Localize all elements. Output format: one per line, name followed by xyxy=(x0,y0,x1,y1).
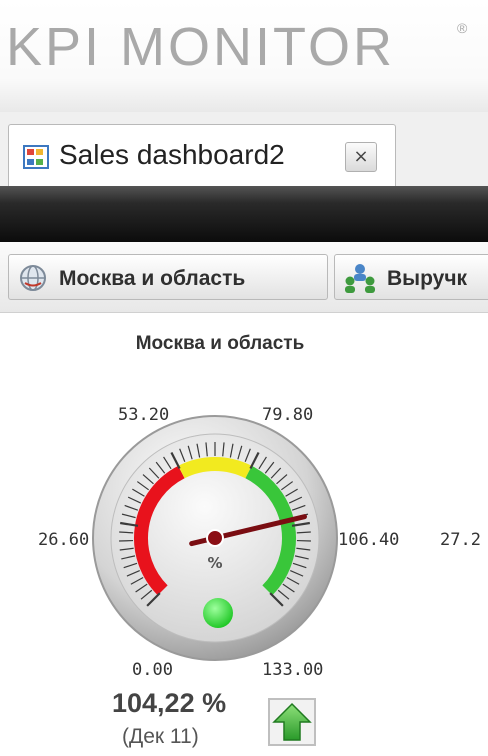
tick-label-0-00: 0.00 xyxy=(132,660,173,680)
arrow-up-icon xyxy=(272,702,312,741)
tick-label-133-00: 133.00 xyxy=(262,660,324,680)
gauge-zone-2 xyxy=(178,457,252,479)
kpi-gauge: % xyxy=(92,415,338,661)
status-indicator xyxy=(203,598,233,628)
tick-label-106-40: 106.40 xyxy=(338,530,400,550)
kpi-value: 104,22 % xyxy=(112,688,227,718)
gauge-unit: % xyxy=(207,554,222,572)
needle-hub xyxy=(206,529,224,547)
trend-indicator xyxy=(268,698,316,746)
tick-label-79-80: 79.80 xyxy=(262,405,314,425)
tick-label-53-20: 53.20 xyxy=(118,405,170,425)
next-gauge-partial-label: 27.2 xyxy=(440,530,481,550)
tick-label-26-60: 26.60 xyxy=(38,530,90,550)
kpi-period: (Дек 11) xyxy=(122,725,199,748)
